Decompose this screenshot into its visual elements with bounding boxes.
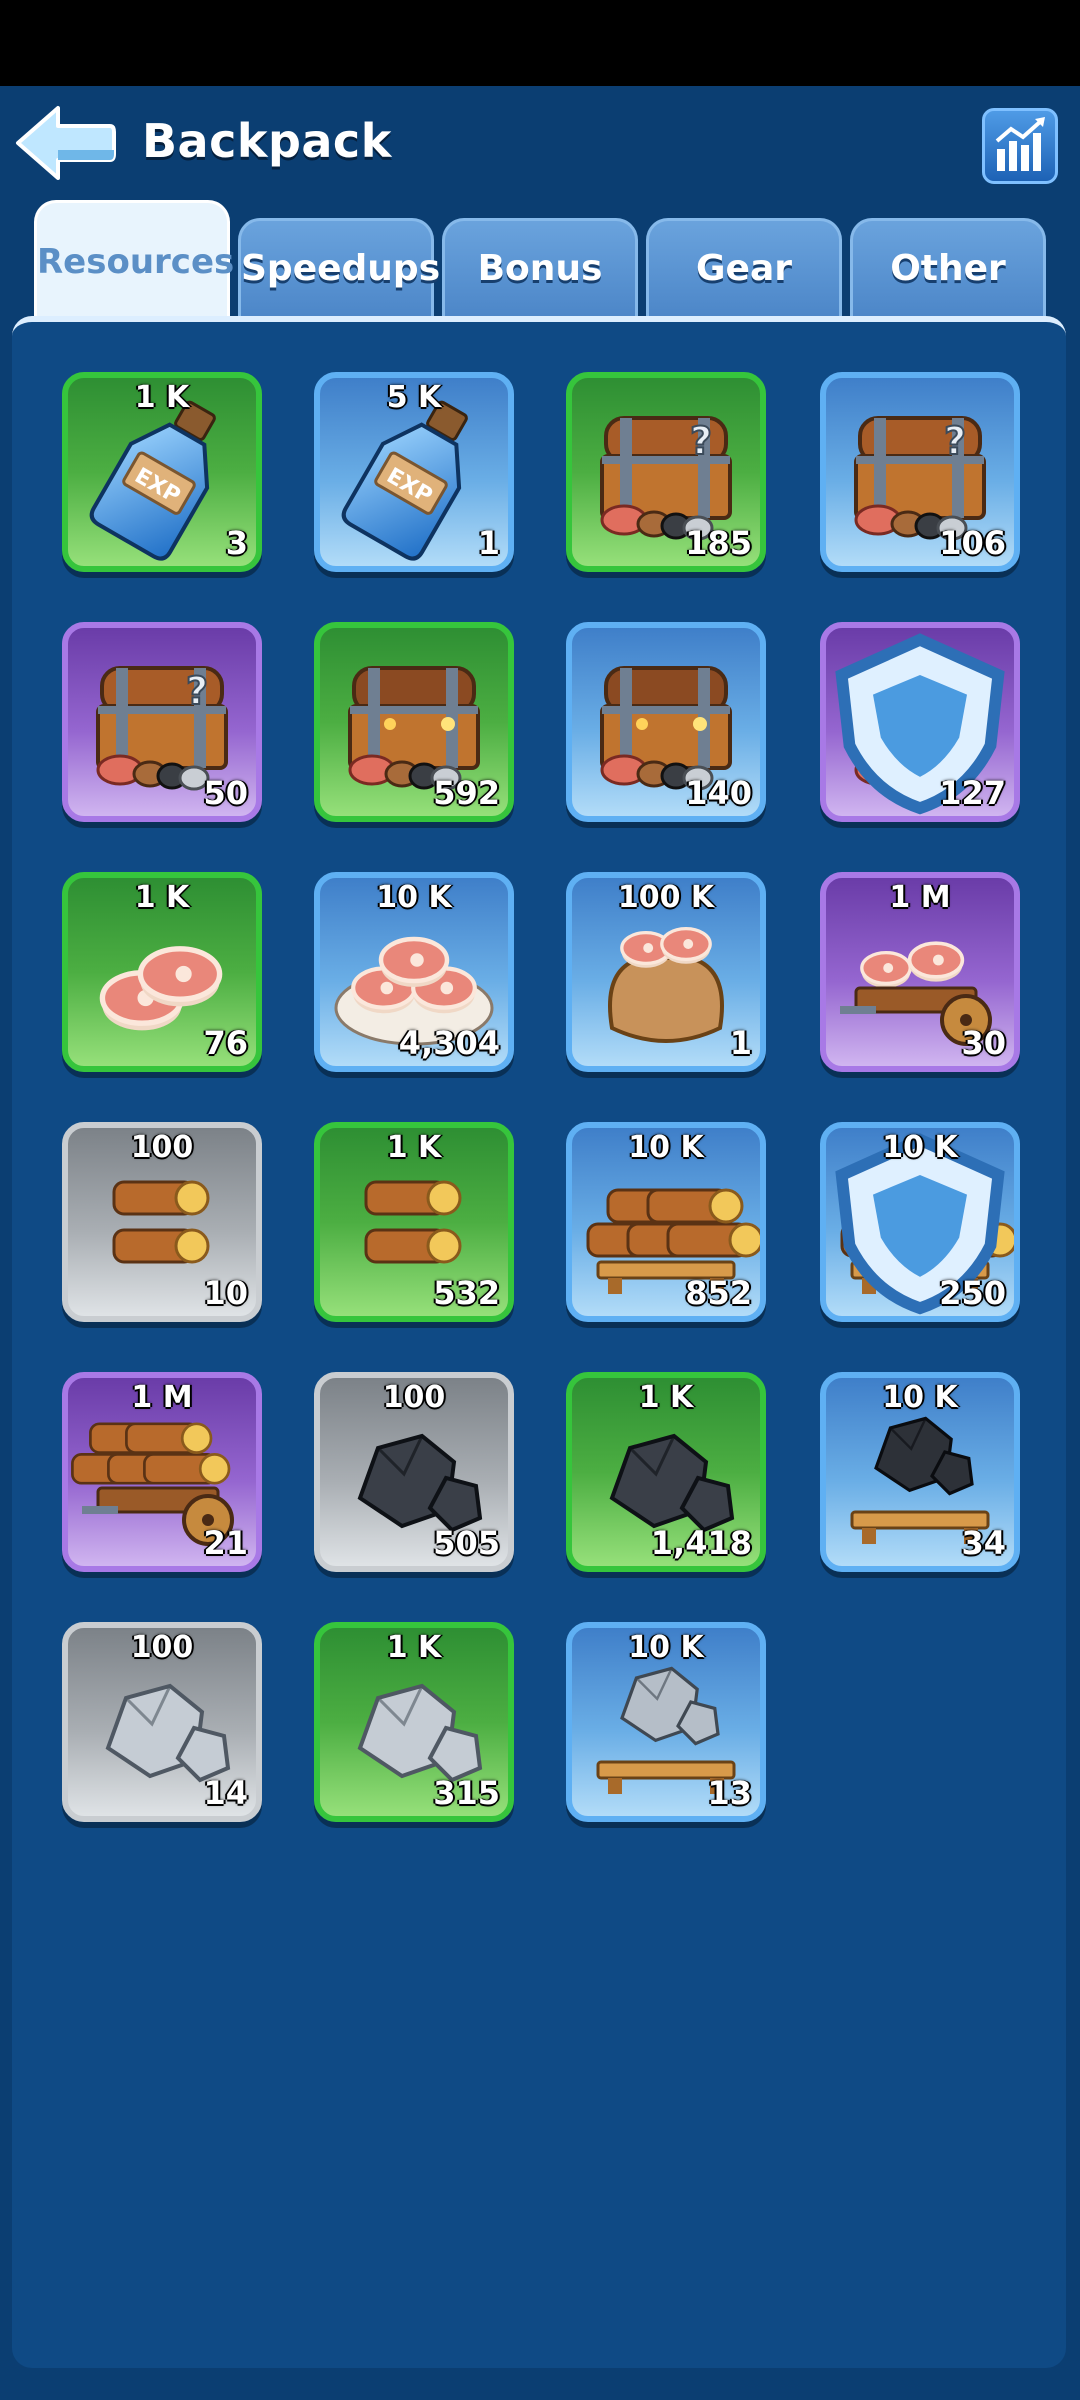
tab-bar: Resources Speedups Bonus Gear Other	[0, 200, 1080, 320]
item-amount-badge: 1 K	[134, 880, 190, 915]
backpack-item-wood[interactable]: 10 K 250	[820, 1122, 1020, 1322]
tab-other[interactable]: Other	[850, 218, 1046, 318]
item-quantity: 14	[203, 1774, 248, 1812]
tab-speedups[interactable]: Speedups	[238, 218, 440, 318]
backpack-item-iron[interactable]: 1 K 315	[314, 1622, 514, 1822]
backpack-item-meat[interactable]: 100 K 1	[566, 872, 766, 1072]
item-quantity: 30	[961, 1024, 1006, 1062]
backpack-item-resource-chest[interactable]: 140	[566, 622, 766, 822]
item-amount-badge: 100	[130, 1130, 194, 1165]
backpack-item-meat[interactable]: 10 K 4,304	[314, 872, 514, 1072]
item-amount-badge: 10 K	[882, 1380, 958, 1415]
backpack-item-coal[interactable]: 100 505	[314, 1372, 514, 1572]
item-quantity: 21	[203, 1524, 248, 1562]
tab-gear[interactable]: Gear	[646, 218, 842, 318]
back-arrow-icon[interactable]	[14, 104, 118, 182]
item-amount-badge: 100 K	[617, 880, 715, 915]
item-quantity: 4,304	[398, 1024, 500, 1062]
item-amount-badge: 1 M	[889, 880, 951, 915]
backpack-item-resource-chest[interactable]: ? 50	[62, 622, 262, 822]
item-quantity: 10	[203, 1274, 248, 1312]
item-quantity: 13	[707, 1774, 752, 1812]
item-amount-badge: 1 K	[638, 1380, 694, 1415]
page-title: Backpack	[142, 114, 392, 168]
svg-text:?: ?	[944, 419, 966, 463]
item-amount-badge: 1 M	[131, 1380, 193, 1415]
item-quantity: 76	[203, 1024, 248, 1062]
item-amount-badge: 1 K	[134, 380, 190, 415]
item-quantity: 1	[477, 524, 500, 562]
backpack-item-wood[interactable]: 1 M 21	[62, 1372, 262, 1572]
item-amount-badge: 10 K	[628, 1130, 704, 1165]
tab-bonus[interactable]: Bonus	[442, 218, 638, 318]
item-quantity: 185	[685, 524, 752, 562]
tab-resources[interactable]: Resources	[34, 200, 234, 320]
item-quantity: 3	[225, 524, 248, 562]
backpack-item-resource-chest[interactable]: ? 106	[820, 372, 1020, 572]
item-quantity: 140	[685, 774, 752, 812]
item-amount-badge: 10 K	[376, 880, 452, 915]
item-amount-badge: 5 K	[386, 380, 442, 415]
backpack-item-coal[interactable]: 1 K 1,418	[566, 1372, 766, 1572]
item-amount-badge: 10 K	[882, 1130, 958, 1165]
item-amount-badge: 10 K	[628, 1630, 704, 1665]
backpack-item-resource-chest[interactable]: 127	[820, 622, 1020, 822]
item-quantity: 34	[961, 1524, 1006, 1562]
backpack-item-exp-potion[interactable]: EXP 5 K1	[314, 372, 514, 572]
backpack-item-iron[interactable]: 100 14	[62, 1622, 262, 1822]
backpack-item-exp-potion[interactable]: EXP 1 K3	[62, 372, 262, 572]
item-quantity: 1,418	[650, 1524, 752, 1562]
header: Backpack	[0, 86, 1080, 206]
backpack-item-iron[interactable]: 10 K 13	[566, 1622, 766, 1822]
backpack-item-wood[interactable]: 10 K 852	[566, 1122, 766, 1322]
item-amount-badge: 100	[130, 1630, 194, 1665]
bar-chart-icon[interactable]	[982, 108, 1058, 184]
item-quantity: 315	[433, 1774, 500, 1812]
item-quantity: 250	[939, 1274, 1006, 1312]
backpack-item-resource-chest[interactable]: ? 185	[566, 372, 766, 572]
item-amount-badge: 1 K	[386, 1630, 442, 1665]
item-quantity: 852	[685, 1274, 752, 1312]
item-amount-badge: 1 K	[386, 1130, 442, 1165]
item-quantity: 50	[203, 774, 248, 812]
item-quantity: 106	[939, 524, 1006, 562]
item-quantity: 532	[433, 1274, 500, 1312]
backpack-item-meat[interactable]: 1 M 30	[820, 872, 1020, 1072]
backpack-item-coal[interactable]: 10 K 34	[820, 1372, 1020, 1572]
item-quantity: 127	[939, 774, 1006, 812]
status-bar	[0, 0, 1080, 86]
item-quantity: 1	[729, 1024, 752, 1062]
svg-text:?: ?	[186, 669, 208, 713]
backpack-item-wood[interactable]: 1 K 532	[314, 1122, 514, 1322]
item-amount-badge: 100	[382, 1380, 446, 1415]
backpack-item-meat[interactable]: 1 K 76	[62, 872, 262, 1072]
backpack-item-resource-chest[interactable]: 592	[314, 622, 514, 822]
svg-text:?: ?	[690, 419, 712, 463]
backpack-item-wood[interactable]: 100 10	[62, 1122, 262, 1322]
item-quantity: 592	[433, 774, 500, 812]
item-quantity: 505	[433, 1524, 500, 1562]
